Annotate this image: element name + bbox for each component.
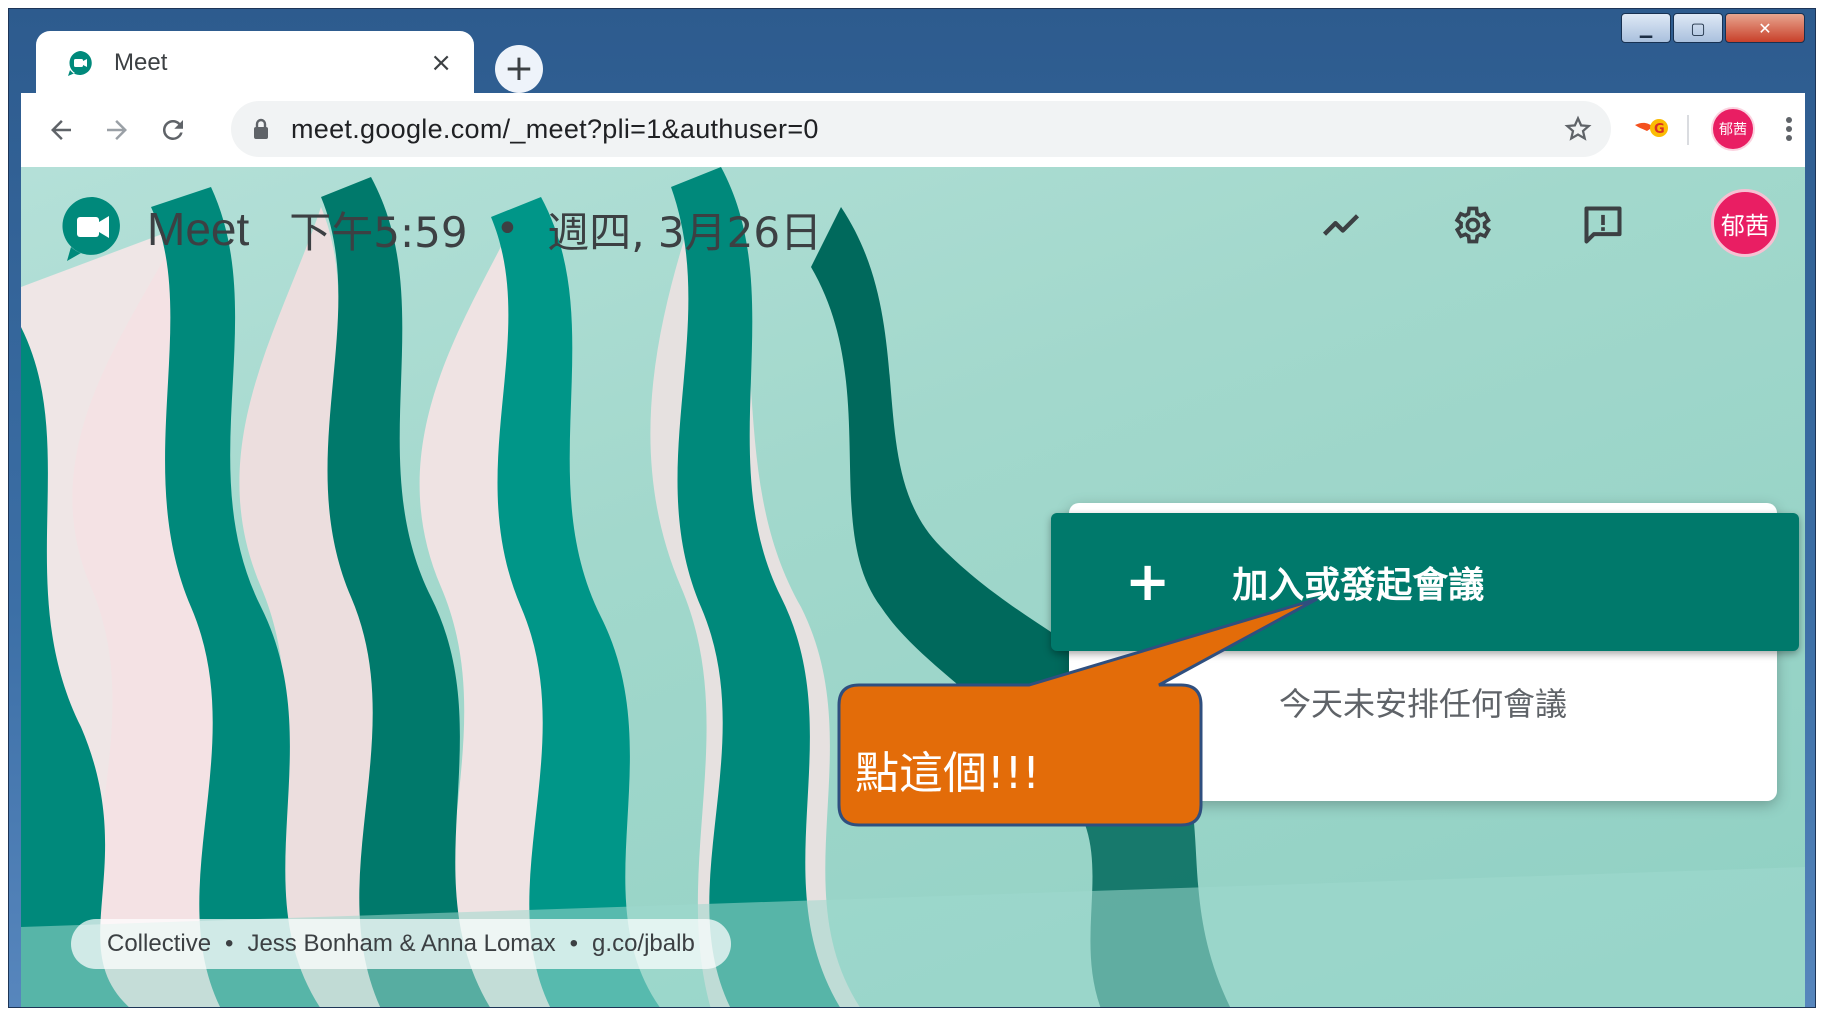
star-icon[interactable] — [1563, 114, 1593, 144]
callout-annotation — [837, 597, 1318, 827]
gear-icon[interactable] — [1449, 203, 1493, 247]
meet-page: Meet 下午5:59 • 週四, 3月26日 郁茜 + 加入或發起會議 今天未… — [21, 167, 1805, 1007]
time-date-separator: • — [495, 206, 520, 252]
current-time: 下午5:59 — [289, 207, 468, 257]
back-arrow-icon[interactable] — [33, 115, 89, 145]
account-avatar[interactable]: 郁茜 — [1711, 189, 1779, 257]
more-vert-icon[interactable] — [1779, 113, 1799, 145]
minimize-button[interactable]: ▁ — [1621, 13, 1671, 43]
address-bar[interactable]: meet.google.com/_meet?pli=1&authuser=0 — [231, 101, 1611, 157]
photo-credit: Collective • Jess Bonham & Anna Lomax • … — [71, 919, 731, 969]
url-text: meet.google.com/_meet?pli=1&authuser=0 — [291, 113, 819, 144]
meet-favicon-icon — [68, 51, 92, 76]
tab-meet[interactable]: Meet × — [36, 31, 474, 95]
forward-arrow-icon[interactable] — [89, 115, 145, 145]
reload-icon[interactable] — [145, 115, 201, 145]
new-tab-button[interactable]: + — [495, 45, 543, 93]
callout-text: 點這個!!! — [855, 748, 1040, 799]
extension-icon[interactable]: G — [1633, 113, 1671, 143]
window-controls: ▁ ▢ ✕ — [1621, 13, 1805, 43]
credit-separator: • — [225, 930, 234, 957]
tab-title: Meet — [114, 49, 168, 76]
lock-icon — [254, 118, 268, 139]
browser-toolbar: meet.google.com/_meet?pli=1&authuser=0 G… — [21, 93, 1805, 167]
credit-collection: Collective — [107, 930, 212, 957]
close-window-button[interactable]: ✕ — [1725, 13, 1805, 43]
current-date: 週四, 3月26日 — [547, 207, 823, 257]
maximize-button[interactable]: ▢ — [1673, 13, 1723, 43]
credit-link[interactable]: g.co/jbalb — [592, 930, 695, 958]
tab-close-icon[interactable]: × — [430, 48, 452, 78]
browser-window: ▁ ▢ ✕ Meet × + meet.google.com/_meet?pli… — [8, 8, 1816, 1008]
toolbar-separator — [1687, 115, 1689, 145]
trend-icon[interactable] — [1319, 203, 1363, 247]
credit-artists: Jess Bonham & Anna Lomax — [247, 930, 556, 957]
meet-header: Meet 下午5:59 • 週四, 3月26日 — [61, 195, 822, 263]
meet-brand-name: Meet — [147, 203, 250, 255]
credit-separator: • — [569, 930, 579, 957]
meet-logo-icon — [62, 196, 120, 261]
feedback-icon[interactable] — [1581, 203, 1625, 247]
svg-text:G: G — [1654, 122, 1665, 137]
profile-avatar[interactable]: 郁茜 — [1711, 107, 1755, 151]
